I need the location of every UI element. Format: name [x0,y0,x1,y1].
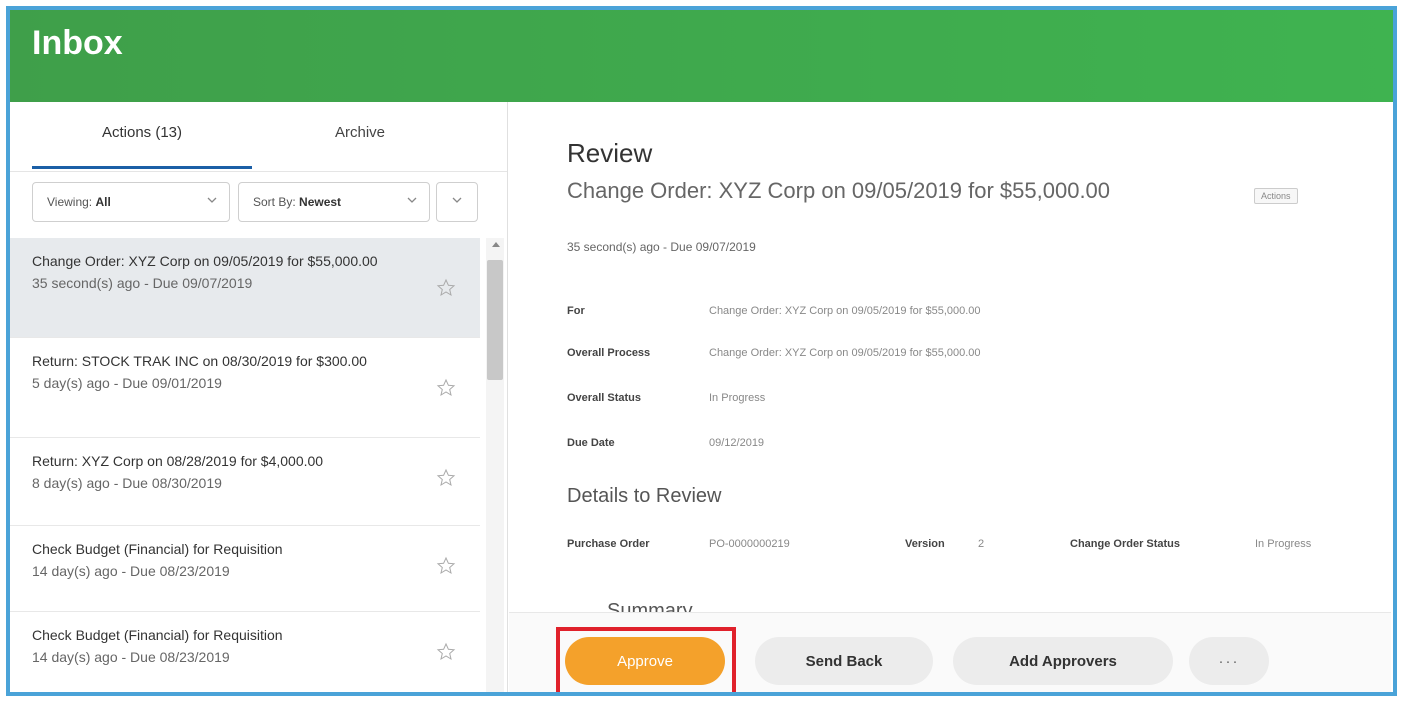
item-title: Check Budget (Financial) for Requisition [32,627,283,643]
review-title: Review [567,138,653,168]
list-item[interactable]: Return: STOCK TRAK INC on 08/30/2019 for… [10,338,480,438]
page-title: Inbox [32,24,123,62]
add-approvers-button[interactable]: Add Approvers [953,637,1173,685]
sort-by-select[interactable]: Sort By: Newest [238,182,430,222]
inbox-item-list: Change Order: XYZ Corp on 09/05/2019 for… [10,238,508,692]
list-item[interactable]: Change Order: XYZ Corp on 09/05/2019 for… [10,238,480,338]
tab-archive[interactable]: Archive [270,124,450,141]
star-icon[interactable] [436,278,456,298]
chevron-down-icon [452,197,462,203]
field-value-overall-process[interactable]: Change Order: XYZ Corp on 09/05/2019 for… [709,347,981,359]
field-value-due-date: 09/12/2019 [709,437,765,449]
field-label-overall-status: Overall Status [567,392,641,404]
summary-section-title: Summary [607,600,693,612]
more-actions-button[interactable]: ··· [1189,637,1269,685]
list-item[interactable]: Return: XYZ Corp on 08/28/2019 for $4,00… [10,438,480,526]
inbox-header: Inbox [10,10,1393,102]
field-label-for: For [567,305,585,317]
field-label-due-date: Due Date [567,437,615,449]
viewing-select[interactable]: Viewing: All [32,182,230,222]
action-footer: Approve Send Back Add Approvers ··· [509,612,1391,692]
star-icon[interactable] [436,378,456,398]
sort-value: Newest [299,195,342,209]
review-subtitle: Change Order: XYZ Corp on 09/05/2019 for… [567,178,1111,203]
star-icon[interactable] [436,468,456,488]
more-filters-button[interactable] [436,182,478,222]
list-item[interactable]: Check Budget (Financial) for Requisition… [10,526,480,612]
item-title: Change Order: XYZ Corp on 09/05/2019 for… [32,253,378,269]
item-meta: 14 day(s) ago - Due 08/23/2019 [32,563,230,579]
viewing-label: Viewing: [47,195,93,209]
viewing-value: All [95,195,111,209]
purchase-order-label: Purchase Order [567,538,650,550]
review-meta: 35 second(s) ago - Due 09/07/2019 [567,240,756,254]
chevron-down-icon [207,197,217,203]
field-value-for[interactable]: Change Order: XYZ Corp on 09/05/2019 for… [709,305,981,317]
sort-label: Sort By: [253,195,296,209]
approve-button[interactable]: Approve [565,637,725,685]
details-section-title: Details to Review [567,485,722,507]
purchase-order-value[interactable]: PO-0000000219 [709,538,790,550]
scroll-up-arrow-icon[interactable] [492,242,500,247]
item-meta: 35 second(s) ago - Due 09/07/2019 [32,275,253,291]
star-icon[interactable] [436,556,456,576]
item-meta: 14 day(s) ago - Due 08/23/2019 [32,649,230,665]
change-order-status-value: In Progress [1255,538,1312,550]
item-title: Return: XYZ Corp on 08/28/2019 for $4,00… [32,453,324,469]
review-panel: Review Change Order: XYZ Corp on 09/05/2… [509,102,1391,692]
related-actions-button[interactable]: Actions [1254,188,1298,204]
inbox-tabs: Actions (13) Archive [10,102,507,172]
star-icon[interactable] [436,642,456,662]
chevron-down-icon [407,197,417,203]
send-back-button[interactable]: Send Back [755,637,933,685]
item-title: Check Budget (Financial) for Requisition [32,541,283,557]
field-value-overall-status: In Progress [709,392,766,404]
purchase-order-field: Purchase Order [567,538,650,550]
app-window: Inbox Actions (13) Archive Viewing: All … [6,6,1397,696]
version-label: Version [905,538,945,550]
version-value: 2 [978,538,985,550]
active-tab-indicator [32,166,252,169]
list-scrollbar-thumb[interactable] [487,260,503,380]
item-meta: 5 day(s) ago - Due 09/01/2019 [32,375,222,391]
tab-actions[interactable]: Actions (13) [32,124,252,141]
filter-bar: Viewing: All Sort By: Newest [10,182,507,228]
item-meta: 8 day(s) ago - Due 08/30/2019 [32,475,222,491]
item-title: Return: STOCK TRAK INC on 08/30/2019 for… [32,353,367,369]
change-order-status-label: Change Order Status [1070,538,1181,550]
field-label-overall-process: Overall Process [567,347,651,359]
list-item[interactable]: Check Budget (Financial) for Requisition… [10,612,480,692]
inbox-list-panel: Actions (13) Archive Viewing: All Sort B… [10,102,508,692]
